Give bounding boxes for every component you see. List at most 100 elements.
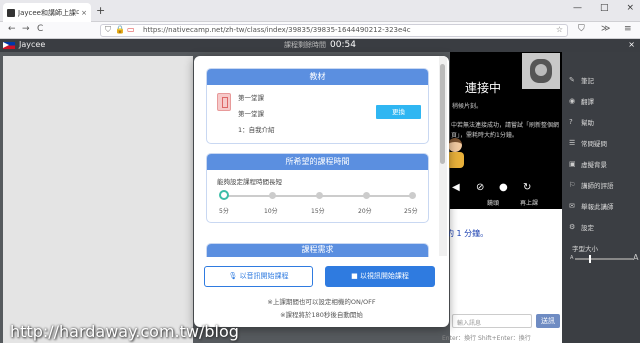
lock-icon: 🔒 bbox=[115, 25, 125, 34]
teacher-name: Jaycee bbox=[19, 40, 46, 49]
url-text: https://nativecamp.net/zh-tw/class/index… bbox=[143, 26, 411, 34]
sidebar-item-label: 設定 bbox=[581, 224, 594, 232]
duration-option-25[interactable] bbox=[409, 192, 416, 199]
reload-button[interactable]: C bbox=[37, 24, 43, 34]
background-icon: ▣ bbox=[569, 160, 576, 168]
microphone-icon: 🎙 bbox=[228, 272, 240, 280]
duration-header: 所希望的課程時間 bbox=[207, 154, 428, 170]
material-header: 教材 bbox=[207, 69, 428, 85]
sidebar-item-settings[interactable]: ⚙ 設定 bbox=[569, 222, 594, 232]
video-camera-icon: ■ bbox=[351, 272, 360, 280]
connecting-title: 連接中 bbox=[465, 81, 502, 95]
philippines-flag-icon bbox=[3, 42, 15, 49]
material-line-2: 第一堂課 bbox=[238, 110, 264, 118]
font-small-icon: A bbox=[570, 255, 574, 261]
forward-button[interactable]: → bbox=[22, 24, 30, 34]
scrollbar-thumb[interactable] bbox=[440, 64, 445, 164]
mail-icon: ✉ bbox=[569, 202, 575, 210]
microphone-icon[interactable]: ● bbox=[499, 182, 508, 193]
timer-value: 00:54 bbox=[330, 40, 356, 50]
font-large-icon: A bbox=[633, 253, 639, 262]
sidebar-item-virtual-background[interactable]: ▣ 虛擬背景 bbox=[569, 159, 607, 169]
sidebar-item-label: 虛擬背景 bbox=[581, 161, 607, 169]
start-audio-lesson-button[interactable]: 🎙 以音訊開始課程 bbox=[204, 266, 313, 287]
refresh-label: 再上課 bbox=[520, 200, 539, 207]
duration-tick-label: 10分 bbox=[264, 208, 278, 215]
sidebar-item-translate[interactable]: ◉ 翻譯 bbox=[569, 96, 594, 106]
back-button[interactable]: ← bbox=[8, 24, 16, 34]
chat-hint: Enter：換行 Shift+Enter：換行 bbox=[442, 335, 531, 342]
lesson-material-panel bbox=[3, 56, 193, 343]
tab-title: Jaycee和講師上課中 - 黃影 bbox=[18, 8, 80, 17]
material-lesson: 1：自我介紹 bbox=[238, 126, 275, 134]
class-header: Jaycee 課程剩餘時間 00:54 × bbox=[0, 39, 640, 52]
exit-class-icon[interactable]: × bbox=[628, 40, 635, 49]
watermark: http://hardaway.com.tw/blog bbox=[10, 322, 239, 341]
duration-option-20[interactable] bbox=[363, 192, 370, 199]
camera-off-icon[interactable]: ⊘ bbox=[476, 182, 484, 193]
new-tab-button[interactable]: + bbox=[96, 4, 105, 17]
duration-card: 所希望的課程時間 能夠設定課程時間長短 5分 10分 15分 20分 25分 bbox=[206, 153, 429, 223]
duration-tick-label: 15分 bbox=[311, 208, 325, 215]
font-size-label: 字型大小 bbox=[572, 245, 598, 253]
window-close-button[interactable]: × bbox=[626, 3, 634, 13]
bookmark-star-icon[interactable]: ☆ bbox=[556, 25, 563, 34]
font-size-slider-handle[interactable] bbox=[589, 255, 591, 263]
sidebar-item-help[interactable]: ? 幫助 bbox=[569, 117, 594, 127]
chat-message: 約 1 分鐘。 bbox=[446, 229, 489, 238]
translate-icon: ◉ bbox=[569, 97, 576, 105]
minimize-button[interactable]: — bbox=[573, 3, 582, 13]
change-material-button[interactable]: 更換 bbox=[376, 105, 421, 119]
duration-tick-label: 20分 bbox=[358, 208, 372, 215]
pencil-icon: ✎ bbox=[569, 76, 575, 84]
start-video-lesson-button[interactable]: ■ 以視訊開始課程 bbox=[325, 266, 435, 287]
camera-note: ※上課期間也可以設定相機的ON/OFF bbox=[267, 298, 376, 306]
sidebar-item-label: 常問疑問 bbox=[581, 140, 607, 148]
duration-tick-label: 5分 bbox=[219, 208, 229, 215]
shield-toolbar-icon[interactable]: ⛉ bbox=[578, 24, 585, 34]
menu-icon[interactable]: ≡ bbox=[624, 24, 632, 34]
auto-start-note: ※課程將於180秒後自動開始 bbox=[280, 311, 363, 319]
font-size-slider[interactable] bbox=[575, 255, 633, 263]
class-timer: 課程剩餘時間 00:54 bbox=[284, 40, 356, 50]
connecting-line-2: 中若無法連接成功，請嘗試「刷新整個網 bbox=[451, 122, 560, 129]
request-card: 課程需求 bbox=[206, 243, 429, 257]
gear-icon: ⚙ bbox=[569, 223, 576, 231]
dialog-scrollbar[interactable] bbox=[439, 56, 447, 256]
help-icon: ? bbox=[569, 118, 573, 126]
chat-input[interactable]: 輸入訊息 bbox=[452, 314, 532, 328]
shield-icon: ⛉ bbox=[105, 25, 111, 34]
audio-button-label: 以音訊開始課程 bbox=[239, 272, 289, 280]
sidebar-item-report[interactable]: ✉ 舉報此講師 bbox=[569, 201, 614, 211]
flag-icon: ⚐ bbox=[569, 181, 576, 189]
camera-permission-icon[interactable]: ▭ bbox=[127, 25, 135, 34]
sidebar-item-faq[interactable]: ☰ 常問疑問 bbox=[569, 138, 607, 148]
duration-option-10[interactable] bbox=[269, 192, 276, 199]
address-bar[interactable]: ⛉ 🔒 ▭ https://nativecamp.net/zh-tw/class… bbox=[100, 24, 568, 37]
textbook-icon bbox=[217, 93, 231, 111]
duration-tick-label: 25分 bbox=[404, 208, 418, 215]
sidebar-item-label: 翻譯 bbox=[581, 98, 594, 106]
refresh-icon[interactable]: ↻ bbox=[523, 182, 531, 193]
lesson-setup-dialog: 教材 第一堂課 第一堂課 1：自我介紹 更換 所希望的課程時間 能夠設定課程時間… bbox=[194, 56, 449, 327]
sidebar-item-notes[interactable]: ✎ 筆記 bbox=[569, 75, 594, 85]
duration-option-15[interactable] bbox=[316, 192, 323, 199]
self-camera-preview bbox=[522, 53, 560, 89]
duration-subtitle: 能夠設定課程時間長短 bbox=[217, 178, 282, 186]
timer-label: 課程剩餘時間 bbox=[284, 41, 326, 49]
window-controls: — □ × bbox=[573, 3, 634, 13]
site-favicon-icon bbox=[7, 8, 15, 17]
sidebar-item-teacher-review[interactable]: ⚐ 講師的評語 bbox=[569, 180, 614, 190]
duration-option-5[interactable] bbox=[219, 190, 229, 200]
speaker-icon[interactable]: ◀ bbox=[452, 182, 460, 193]
tab-close-icon[interactable]: × bbox=[81, 9, 87, 17]
camera-image bbox=[530, 59, 552, 83]
sidebar-item-label: 筆記 bbox=[581, 77, 594, 85]
maximize-button[interactable]: □ bbox=[600, 3, 609, 13]
material-line-1: 第一堂課 bbox=[238, 94, 264, 102]
send-button[interactable]: 送訊 bbox=[536, 314, 560, 328]
connecting-line-1: 稍候片刻。 bbox=[452, 103, 483, 110]
browser-tab[interactable]: Jaycee和講師上課中 - 黃影 × bbox=[3, 3, 91, 22]
video-button-label: 以視訊開始課程 bbox=[359, 272, 409, 280]
extensions-icon[interactable]: ≫ bbox=[601, 24, 610, 34]
